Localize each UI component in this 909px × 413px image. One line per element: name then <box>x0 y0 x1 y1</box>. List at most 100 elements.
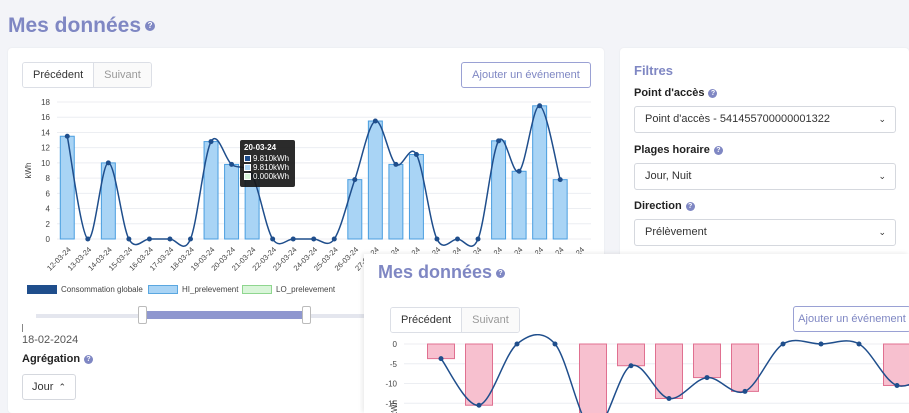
legend-swatch <box>242 285 272 294</box>
y-tick-label: 2 <box>46 220 51 229</box>
chevron-up-icon: ⌃ <box>58 382 66 392</box>
time-ranges-value: Jour, Nuit <box>645 170 692 182</box>
range-tick <box>22 324 23 332</box>
data-point <box>514 341 520 347</box>
y-tick-label: 14 <box>41 128 50 137</box>
overlay-previous-button[interactable]: Précédent <box>391 308 463 332</box>
help-icon[interactable]: ? <box>145 21 156 32</box>
data-point <box>85 236 91 242</box>
consumption-line <box>66 105 561 247</box>
legend-swatch <box>148 285 178 294</box>
bar-value <box>579 343 607 413</box>
bar-hi-prelevement <box>367 120 383 240</box>
page-title-text: Mes données <box>8 14 142 37</box>
time-ranges-label-text: Plages horaire <box>634 144 710 156</box>
bar-hi-prelevement <box>552 179 568 240</box>
y-tick-label: 12 <box>41 144 50 153</box>
tooltip-row: 9.810kWh <box>244 163 291 172</box>
overlay-title-text: Mes données <box>378 262 493 282</box>
data-point <box>438 356 444 362</box>
data-point <box>188 236 193 242</box>
tooltip-swatch <box>244 155 251 162</box>
legend-label: Consommation globale <box>61 285 143 294</box>
direction-value: Prélèvement <box>645 226 707 238</box>
data-point <box>856 341 862 347</box>
tooltip-row: 9.810kWh <box>244 154 291 163</box>
help-icon[interactable]: ? <box>713 145 723 155</box>
data-point <box>818 341 824 347</box>
range-start-date: 18-02-2024 <box>22 334 79 346</box>
data-point <box>413 152 419 158</box>
data-point <box>331 236 337 242</box>
previous-button[interactable]: Précédent <box>23 63 95 87</box>
next-button[interactable]: Suivant <box>94 63 151 87</box>
chevron-down-icon: ⌄ <box>878 114 886 124</box>
bar-hi-prelevement <box>59 135 75 240</box>
aggregation-value: Jour <box>32 381 54 393</box>
y-axis-label: kWh <box>390 400 399 413</box>
data-point <box>208 139 214 145</box>
tooltip-value: 0.000kWh <box>253 172 290 181</box>
bar-value <box>883 343 909 386</box>
overlay-add-event-button[interactable]: Ajouter un événement <box>793 306 909 332</box>
period-nav: Précédent Suivant <box>22 62 152 88</box>
y-tick-label: -10 <box>385 380 397 389</box>
filters-title: Filtres <box>634 63 674 78</box>
data-point <box>666 396 672 402</box>
y-tick-label: 10 <box>41 159 50 168</box>
legend-item-lo[interactable]: LO_prelevement <box>242 285 335 294</box>
add-event-button[interactable]: Ajouter un événement <box>461 62 591 88</box>
bar-value <box>731 343 759 392</box>
tooltip-swatch <box>244 164 251 171</box>
direction-select[interactable]: Prélèvement ⌄ <box>634 219 896 246</box>
bar-hi-prelevement <box>347 179 363 240</box>
access-point-value: Point d'accès - 541455700000001322 <box>645 113 830 125</box>
data-point <box>742 388 748 394</box>
range-slider-left-handle[interactable] <box>138 306 147 324</box>
data-point <box>229 161 235 167</box>
help-icon[interactable]: ? <box>84 354 94 364</box>
legend-swatch <box>27 285 57 294</box>
tooltip-value: 9.810kWh <box>253 163 290 172</box>
chevron-down-icon: ⌄ <box>878 227 886 237</box>
help-icon[interactable]: ? <box>685 201 695 211</box>
data-point <box>393 161 399 167</box>
y-tick-label: 6 <box>46 189 51 198</box>
aggregation-label-text: Agrégation <box>22 353 81 365</box>
legend-label: LO_prelevement <box>276 285 336 294</box>
tooltip-value: 9.810kWh <box>253 154 290 163</box>
help-icon[interactable]: ? <box>708 88 718 98</box>
direction-label: Direction? <box>634 200 695 212</box>
aggregation-label: Agrégation? <box>22 353 94 365</box>
legend-item-global[interactable]: Consommation globale <box>27 285 143 294</box>
y-tick-label: 18 <box>41 98 50 107</box>
range-slider-right-handle[interactable] <box>302 306 311 324</box>
overlay-panel: Mes données? Précédent Suivant Ajouter u… <box>364 254 909 413</box>
bar-hi-prelevement <box>511 170 527 240</box>
aggregation-select[interactable]: Jour ⌃ <box>22 374 76 400</box>
data-point <box>64 133 70 139</box>
y-tick-label: 16 <box>41 113 50 122</box>
time-ranges-select[interactable]: Jour, Nuit ⌄ <box>634 163 896 190</box>
data-point <box>552 341 558 347</box>
data-point <box>455 236 460 242</box>
data-point <box>475 236 481 242</box>
direction-label-text: Direction <box>634 200 682 212</box>
y-tick-label: 8 <box>46 174 51 183</box>
data-point <box>537 103 543 109</box>
overlay-title: Mes données? <box>378 262 506 283</box>
bar-hi-prelevement <box>388 163 404 240</box>
help-icon[interactable]: ? <box>496 268 506 278</box>
tooltip-title: 20-03-24 <box>244 143 277 152</box>
y-tick-label: 4 <box>46 205 51 214</box>
data-point <box>496 138 502 144</box>
bar-value <box>617 343 645 367</box>
data-point <box>628 363 634 369</box>
data-point <box>167 236 173 242</box>
data-point <box>146 236 152 242</box>
access-point-label: Point d'accès? <box>634 87 718 99</box>
overlay-next-button[interactable]: Suivant <box>462 308 519 332</box>
data-point <box>126 236 132 242</box>
legend-item-hi[interactable]: HI_prelevement <box>148 285 238 294</box>
access-point-select[interactable]: Point d'accès - 541455700000001322 ⌄ <box>634 106 896 133</box>
